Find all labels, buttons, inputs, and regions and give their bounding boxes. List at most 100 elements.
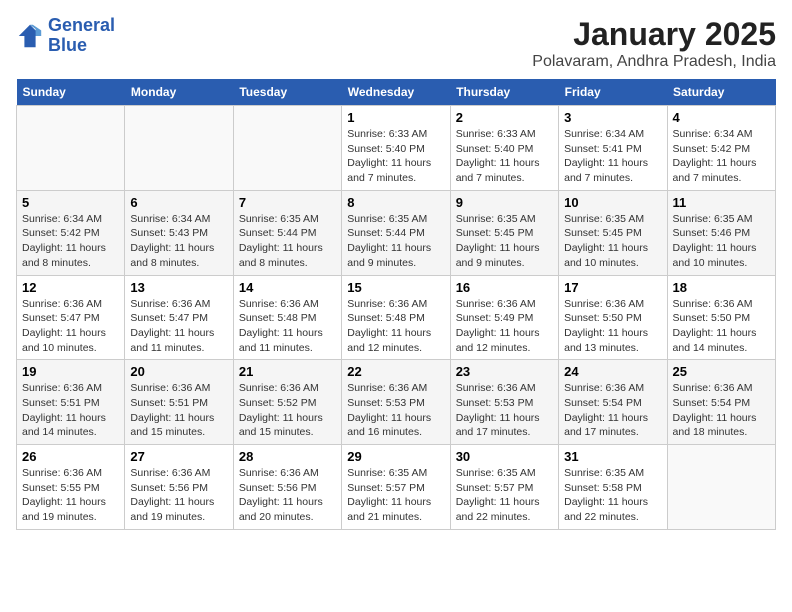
calendar-cell [233, 106, 341, 191]
calendar-cell: 22 Sunrise: 6:36 AM Sunset: 5:53 PM Dayli… [342, 360, 450, 445]
day-info: Sunrise: 6:33 AM Sunset: 5:40 PM Dayligh… [456, 127, 553, 186]
day-info: Sunrise: 6:36 AM Sunset: 5:51 PM Dayligh… [22, 381, 119, 440]
day-number: 17 [564, 280, 661, 295]
month-title: January 2025 [532, 16, 776, 53]
day-number: 3 [564, 110, 661, 125]
calendar-cell: 11 Sunrise: 6:35 AM Sunset: 5:46 PM Dayli… [667, 190, 775, 275]
day-number: 1 [347, 110, 444, 125]
day-info: Sunrise: 6:36 AM Sunset: 5:55 PM Dayligh… [22, 466, 119, 525]
calendar-cell: 3 Sunrise: 6:34 AM Sunset: 5:41 PM Daylig… [559, 106, 667, 191]
day-info: Sunrise: 6:36 AM Sunset: 5:47 PM Dayligh… [22, 297, 119, 356]
day-number: 31 [564, 449, 661, 464]
calendar-cell: 31 Sunrise: 6:35 AM Sunset: 5:58 PM Dayli… [559, 445, 667, 530]
calendar-cell: 7 Sunrise: 6:35 AM Sunset: 5:44 PM Daylig… [233, 190, 341, 275]
day-number: 7 [239, 195, 336, 210]
calendar-cell: 29 Sunrise: 6:35 AM Sunset: 5:57 PM Dayli… [342, 445, 450, 530]
calendar-cell: 16 Sunrise: 6:36 AM Sunset: 5:49 PM Dayli… [450, 275, 558, 360]
logo-text: General Blue [48, 16, 115, 56]
day-number: 27 [130, 449, 227, 464]
day-info: Sunrise: 6:36 AM Sunset: 5:56 PM Dayligh… [239, 466, 336, 525]
day-number: 29 [347, 449, 444, 464]
day-number: 16 [456, 280, 553, 295]
calendar-cell: 26 Sunrise: 6:36 AM Sunset: 5:55 PM Dayli… [17, 445, 125, 530]
calendar-week-row-4: 19Sunrise: 6:36 AM Sunset: 5:51 PM Dayli… [17, 360, 776, 445]
day-number: 20 [130, 364, 227, 379]
day-info: Sunrise: 6:36 AM Sunset: 5:48 PM Dayligh… [347, 297, 444, 356]
day-number: 12 [22, 280, 119, 295]
day-number: 15 [347, 280, 444, 295]
calendar-cell: 1 Sunrise: 6:33 AM Sunset: 5:40 PM Daylig… [342, 106, 450, 191]
day-number: 23 [456, 364, 553, 379]
day-info: Sunrise: 6:34 AM Sunset: 5:42 PM Dayligh… [673, 127, 770, 186]
location-title: Polavaram, Andhra Pradesh, India [532, 53, 776, 71]
calendar-cell: 6Sunrise: 6:34 AM Sunset: 5:43 PM Daylig… [125, 190, 233, 275]
calendar-cell: 30 Sunrise: 6:35 AM Sunset: 5:57 PM Dayli… [450, 445, 558, 530]
weekday-header-monday: Monday [125, 79, 233, 106]
calendar-cell: 12 Sunrise: 6:36 AM Sunset: 5:47 PM Dayli… [17, 275, 125, 360]
day-number: 4 [673, 110, 770, 125]
day-info: Sunrise: 6:34 AM Sunset: 5:42 PM Dayligh… [22, 212, 119, 271]
calendar-cell: 24 Sunrise: 6:36 AM Sunset: 5:54 PM Dayli… [559, 360, 667, 445]
day-number: 6 [130, 195, 227, 210]
day-number: 5 [22, 195, 119, 210]
day-info: Sunrise: 6:33 AM Sunset: 5:40 PM Dayligh… [347, 127, 444, 186]
calendar-cell: 15 Sunrise: 6:36 AM Sunset: 5:48 PM Dayli… [342, 275, 450, 360]
weekday-header-wednesday: Wednesday [342, 79, 450, 106]
day-info: Sunrise: 6:36 AM Sunset: 5:49 PM Dayligh… [456, 297, 553, 356]
weekday-header-row: SundayMondayTuesdayWednesdayThursdayFrid… [17, 79, 776, 106]
day-info: Sunrise: 6:36 AM Sunset: 5:56 PM Dayligh… [130, 466, 227, 525]
calendar-cell [667, 445, 775, 530]
calendar-cell: 21Sunrise: 6:36 AM Sunset: 5:52 PM Dayli… [233, 360, 341, 445]
calendar-week-row-3: 12 Sunrise: 6:36 AM Sunset: 5:47 PM Dayli… [17, 275, 776, 360]
calendar-cell: 17 Sunrise: 6:36 AM Sunset: 5:50 PM Dayli… [559, 275, 667, 360]
calendar-cell: 27 Sunrise: 6:36 AM Sunset: 5:56 PM Dayli… [125, 445, 233, 530]
weekday-header-thursday: Thursday [450, 79, 558, 106]
calendar-cell: 9 Sunrise: 6:35 AM Sunset: 5:45 PM Daylig… [450, 190, 558, 275]
day-info: Sunrise: 6:36 AM Sunset: 5:50 PM Dayligh… [564, 297, 661, 356]
day-info: Sunrise: 6:35 AM Sunset: 5:44 PM Dayligh… [347, 212, 444, 271]
day-number: 10 [564, 195, 661, 210]
day-number: 8 [347, 195, 444, 210]
weekday-header-saturday: Saturday [667, 79, 775, 106]
day-info: Sunrise: 6:36 AM Sunset: 5:54 PM Dayligh… [564, 381, 661, 440]
day-number: 18 [673, 280, 770, 295]
weekday-header-friday: Friday [559, 79, 667, 106]
weekday-header-tuesday: Tuesday [233, 79, 341, 106]
calendar-cell: 18Sunrise: 6:36 AM Sunset: 5:50 PM Dayli… [667, 275, 775, 360]
day-info: Sunrise: 6:35 AM Sunset: 5:44 PM Dayligh… [239, 212, 336, 271]
calendar-cell: 23Sunrise: 6:36 AM Sunset: 5:53 PM Dayli… [450, 360, 558, 445]
page-header: General Blue January 2025 Polavaram, And… [16, 16, 776, 71]
day-number: 11 [673, 195, 770, 210]
calendar-cell: 5 Sunrise: 6:34 AM Sunset: 5:42 PM Daylig… [17, 190, 125, 275]
day-number: 30 [456, 449, 553, 464]
day-info: Sunrise: 6:36 AM Sunset: 5:52 PM Dayligh… [239, 381, 336, 440]
day-info: Sunrise: 6:35 AM Sunset: 5:57 PM Dayligh… [347, 466, 444, 525]
day-info: Sunrise: 6:35 AM Sunset: 5:45 PM Dayligh… [564, 212, 661, 271]
day-info: Sunrise: 6:35 AM Sunset: 5:46 PM Dayligh… [673, 212, 770, 271]
calendar-week-row-5: 26 Sunrise: 6:36 AM Sunset: 5:55 PM Dayli… [17, 445, 776, 530]
weekday-header-sunday: Sunday [17, 79, 125, 106]
day-info: Sunrise: 6:36 AM Sunset: 5:53 PM Dayligh… [347, 381, 444, 440]
day-number: 22 [347, 364, 444, 379]
logo: General Blue [16, 16, 115, 56]
day-number: 9 [456, 195, 553, 210]
day-info: Sunrise: 6:35 AM Sunset: 5:45 PM Dayligh… [456, 212, 553, 271]
calendar-cell [17, 106, 125, 191]
calendar-cell: 2Sunrise: 6:33 AM Sunset: 5:40 PM Daylig… [450, 106, 558, 191]
day-info: Sunrise: 6:35 AM Sunset: 5:57 PM Dayligh… [456, 466, 553, 525]
day-info: Sunrise: 6:36 AM Sunset: 5:48 PM Dayligh… [239, 297, 336, 356]
calendar-cell: 28Sunrise: 6:36 AM Sunset: 5:56 PM Dayli… [233, 445, 341, 530]
calendar-week-row-1: 1 Sunrise: 6:33 AM Sunset: 5:40 PM Daylig… [17, 106, 776, 191]
calendar-cell: 4 Sunrise: 6:34 AM Sunset: 5:42 PM Daylig… [667, 106, 775, 191]
day-number: 26 [22, 449, 119, 464]
day-info: Sunrise: 6:35 AM Sunset: 5:58 PM Dayligh… [564, 466, 661, 525]
day-info: Sunrise: 6:34 AM Sunset: 5:41 PM Dayligh… [564, 127, 661, 186]
calendar-week-row-2: 5 Sunrise: 6:34 AM Sunset: 5:42 PM Daylig… [17, 190, 776, 275]
logo-line2: Blue [48, 35, 87, 55]
day-number: 25 [673, 364, 770, 379]
day-number: 24 [564, 364, 661, 379]
day-number: 14 [239, 280, 336, 295]
title-block: January 2025 Polavaram, Andhra Pradesh, … [532, 16, 776, 71]
logo-icon [16, 22, 44, 50]
calendar-cell: 8 Sunrise: 6:35 AM Sunset: 5:44 PM Daylig… [342, 190, 450, 275]
